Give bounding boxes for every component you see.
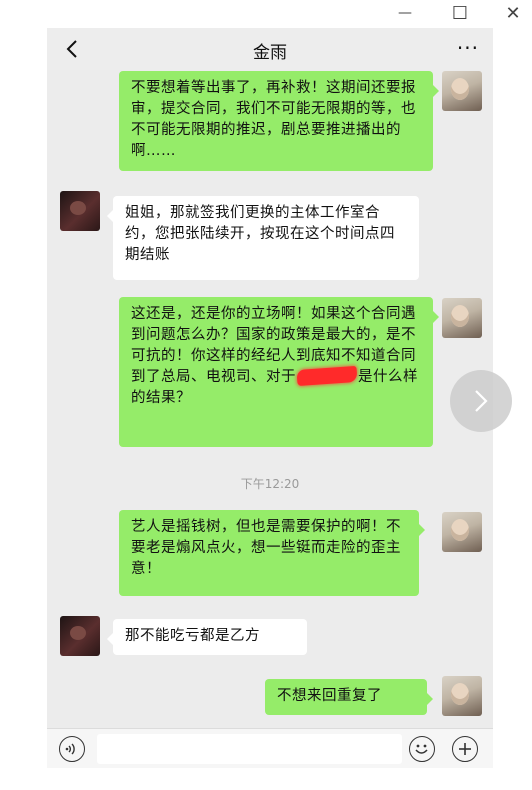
message-bubble-received[interactable]: 姐姐，那就签我们更换的主体工作室合约，您把张陆续开，按现在这个时间点四期结账: [107, 196, 419, 280]
message-bubble-sent[interactable]: 不想来回重复了: [265, 679, 433, 715]
next-image-button[interactable]: [450, 370, 512, 432]
chevron-right-icon: [475, 390, 488, 412]
plus-button[interactable]: [452, 736, 478, 762]
message-bubble-sent[interactable]: 不要想着等出事了，再补救！这期间还要报审，提交合同，我们不可能无限期的等，也不可…: [119, 71, 439, 171]
my-avatar[interactable]: [442, 298, 482, 338]
voice-button[interactable]: [59, 736, 85, 762]
message-input[interactable]: [97, 734, 402, 764]
maximize-button[interactable]: ☐: [447, 2, 473, 24]
my-avatar[interactable]: [442, 71, 482, 111]
chat-header: 金雨 ···: [47, 28, 493, 70]
chat-screen: 金雨 ··· 不要想着等出事了，再补救！这期间还要报审，提交合同，我们不可能无限…: [47, 28, 493, 768]
close-button[interactable]: ✕: [500, 2, 526, 24]
maximize-icon: ☐: [451, 2, 469, 24]
redaction-scribble: [296, 365, 358, 387]
more-options-button[interactable]: ···: [457, 36, 479, 60]
contact-avatar[interactable]: [60, 616, 100, 656]
input-bar: [47, 728, 493, 768]
message-bubble-received[interactable]: 那不能吃亏都是乙方: [107, 619, 307, 655]
emoji-icon: [415, 744, 428, 754]
emoji-button[interactable]: [409, 736, 435, 762]
close-icon: ✕: [505, 2, 521, 24]
minimize-icon: —: [398, 5, 412, 21]
message-bubble-sent[interactable]: 这还是，还是你的立场啊！如果这个合同遇到问题怎么办？国家的政策是最大的，是不可抗…: [119, 297, 439, 447]
contact-avatar[interactable]: [60, 191, 100, 231]
window-titlebar: — ☐ ✕: [0, 0, 532, 26]
minimize-button[interactable]: —: [392, 2, 418, 24]
voice-icon: [65, 743, 75, 755]
my-avatar[interactable]: [442, 512, 482, 552]
time-separator: 下午12:20: [240, 477, 300, 491]
message-bubble-sent[interactable]: 艺人是摇钱树，但也是需要保护的啊！不要老是煽风点火，想一些铤而走险的歪主意！: [119, 510, 425, 596]
plus-icon: [459, 743, 471, 755]
chat-title: 金雨: [253, 43, 287, 63]
my-avatar[interactable]: [442, 676, 482, 716]
